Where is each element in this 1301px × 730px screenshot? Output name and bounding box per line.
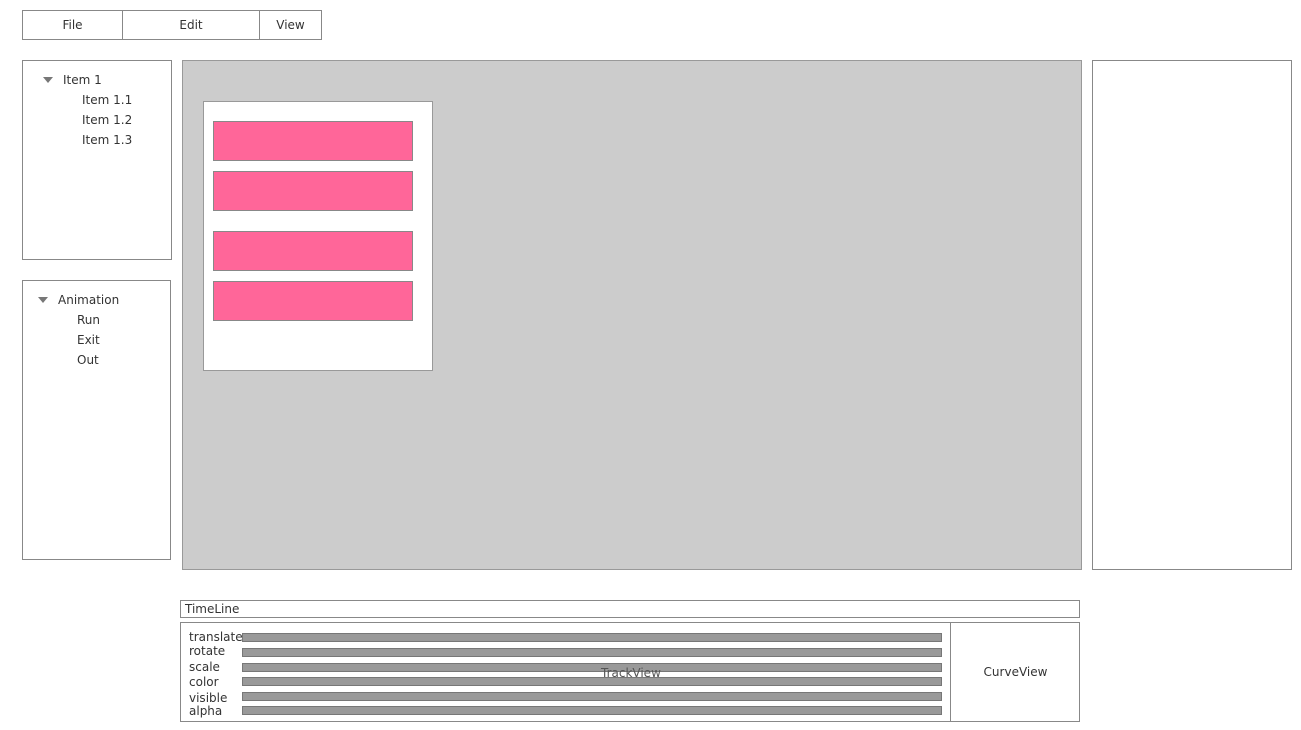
curve-view[interactable]: CurveView xyxy=(950,623,1080,721)
timeline-header: TimeLine xyxy=(180,600,1080,618)
menu-bar: File Edit View xyxy=(22,10,322,40)
track-bar-translate[interactable] xyxy=(242,633,942,642)
track-label-visible: visible xyxy=(189,691,228,705)
track-bar-rotate[interactable] xyxy=(242,648,942,657)
track-label-color: color xyxy=(189,675,219,689)
layer-block-4[interactable] xyxy=(213,281,413,321)
curve-view-label: CurveView xyxy=(983,665,1048,679)
layer-block-2[interactable] xyxy=(213,171,413,211)
animation-tree-panel: Animation Run Exit Out xyxy=(22,280,171,560)
properties-panel xyxy=(1092,60,1292,570)
menu-edit[interactable]: Edit xyxy=(123,11,260,39)
track-bar-scale[interactable] xyxy=(242,663,942,672)
track-panel: translate rotate scale color visible alp… xyxy=(180,622,1080,722)
track-label-alpha: alpha xyxy=(189,704,223,718)
track-label-rotate: rotate xyxy=(189,644,226,658)
track-bar-alpha[interactable] xyxy=(242,706,942,715)
trackview-label: TrackView xyxy=(601,666,661,680)
tree-animation[interactable]: Animation xyxy=(38,290,119,310)
tree-animation-label: Animation xyxy=(58,293,120,307)
menu-view[interactable]: View xyxy=(260,11,321,39)
tree-animation-out[interactable]: Out xyxy=(77,350,99,370)
tree-item-1-label: Item 1 xyxy=(63,73,102,87)
track-label-translate: translate xyxy=(189,630,243,644)
layer-block-1[interactable] xyxy=(213,121,413,161)
tree-item-1-1[interactable]: Item 1.1 xyxy=(82,90,132,110)
item-tree-panel: Item 1 Item 1.1 Item 1.2 Item 1.3 xyxy=(22,60,172,260)
tree-item-1-2[interactable]: Item 1.2 xyxy=(82,110,132,130)
menu-file[interactable]: File xyxy=(23,11,123,39)
tree-animation-run[interactable]: Run xyxy=(77,310,100,330)
tree-animation-exit[interactable]: Exit xyxy=(77,330,100,350)
layer-card[interactable] xyxy=(203,101,433,371)
canvas-area[interactable] xyxy=(182,60,1082,570)
layer-block-3[interactable] xyxy=(213,231,413,271)
tree-item-1-3[interactable]: Item 1.3 xyxy=(82,130,132,150)
track-bar-visible[interactable] xyxy=(242,692,942,701)
tree-item-1[interactable]: Item 1 xyxy=(43,70,102,90)
track-bar-color[interactable] xyxy=(242,677,942,686)
caret-down-icon[interactable] xyxy=(38,297,48,303)
track-label-scale: scale xyxy=(189,660,220,674)
caret-down-icon[interactable] xyxy=(43,77,53,83)
